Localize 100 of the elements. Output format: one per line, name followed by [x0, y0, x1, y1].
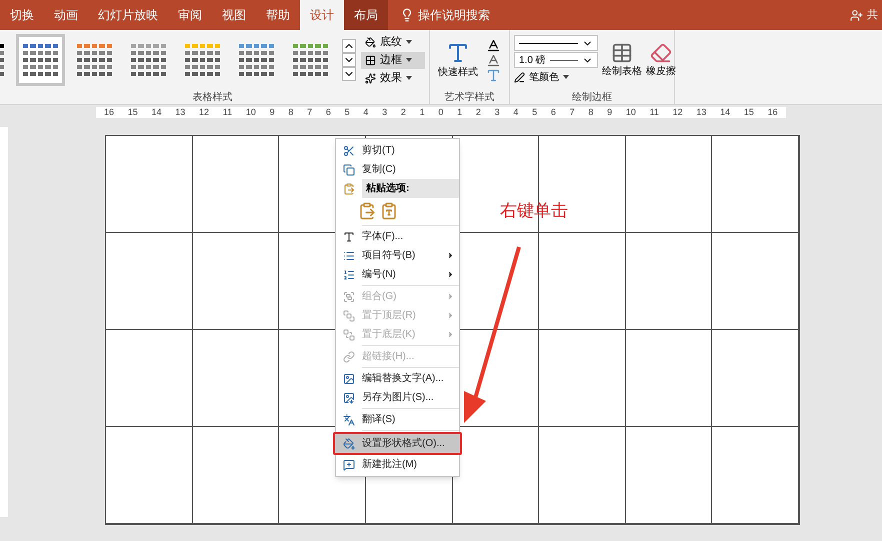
ruler-number: 12 — [199, 108, 210, 117]
menu-item[interactable]: 新建批注(M) — [336, 455, 459, 474]
share-icon — [850, 8, 863, 22]
ribbon-tab[interactable]: 动画 — [44, 0, 88, 30]
ruler-number: 9 — [270, 108, 275, 117]
group-label: 绘制边框 — [571, 90, 613, 104]
paint-icon — [343, 438, 355, 450]
menu-item[interactable]: 编辑替换文字(A)... — [336, 369, 459, 388]
ruler-number: 14 — [720, 108, 730, 117]
link-icon — [343, 350, 355, 362]
ruler-number: 14 — [152, 108, 162, 117]
caret-icon — [406, 76, 412, 80]
table-pen-icon — [611, 42, 633, 64]
ruler-number: 2 — [476, 108, 481, 117]
ruler-number: 7 — [307, 108, 312, 117]
submenu-arrow-icon — [446, 311, 455, 320]
menu-item[interactable]: 字体(F)... — [336, 227, 459, 246]
ruler-number: 15 — [744, 108, 754, 117]
ruler-number: 10 — [626, 108, 636, 117]
group-label: 艺术字样式 — [444, 90, 496, 104]
menu-item[interactable]: 项目符号(B) — [336, 246, 459, 265]
ruler-number: 15 — [128, 108, 138, 117]
menu-item[interactable]: 翻译(S) — [336, 410, 459, 429]
pen-weight-dropdown[interactable]: 1.0 磅 — [514, 52, 598, 68]
share-button[interactable]: 共 — [867, 6, 878, 24]
text-fill-icon[interactable] — [486, 38, 501, 52]
draw-table-button[interactable]: 绘制表格 — [602, 42, 642, 78]
group-icon — [343, 290, 355, 302]
ruler-number: 5 — [344, 108, 350, 117]
ribbon-tab[interactable]: 布局 — [344, 0, 388, 30]
scissors-icon — [343, 144, 355, 156]
comment-icon — [343, 458, 355, 470]
menu-item[interactable]: 编号(N) — [336, 265, 459, 284]
ruler-number: 6 — [550, 108, 556, 117]
borders-icon — [365, 54, 376, 66]
clipboard-icon — [343, 182, 355, 194]
ribbon-tab[interactable]: 视图 — [212, 0, 256, 30]
tell-me-search[interactable]: 操作说明搜索 — [418, 6, 490, 24]
expand-gallery-icon[interactable] — [342, 67, 356, 81]
ruler-number: 6 — [326, 108, 331, 117]
eraser-button[interactable]: 橡皮擦 — [646, 42, 676, 78]
ruler-number: 2 — [400, 108, 406, 117]
ribbon-button[interactable]: 效果 — [361, 70, 425, 86]
paste-picture-icon[interactable] — [380, 202, 398, 220]
ruler-number: 11 — [222, 108, 232, 117]
ribbon-tab[interactable]: 切换 — [0, 0, 44, 30]
text-outline-icon[interactable] — [486, 52, 501, 68]
pen-icon — [514, 72, 525, 82]
pen-style-dropdown[interactable] — [514, 35, 598, 51]
ruler-number: 12 — [672, 108, 683, 117]
paste-icon[interactable] — [358, 202, 376, 220]
scroll-down-icon[interactable] — [342, 53, 356, 67]
ruler-number: 16 — [768, 108, 778, 117]
ribbon-button[interactable]: 底纹 — [361, 34, 425, 50]
caret-icon — [406, 58, 412, 62]
ribbon-tab[interactable]: 设计 — [300, 0, 344, 30]
ruler-number: 13 — [175, 108, 186, 117]
ribbon-tab[interactable]: 审阅 — [168, 0, 212, 30]
ruler-number: 16 — [104, 108, 114, 117]
image-icon — [343, 372, 355, 384]
ruler-number: 4 — [513, 108, 518, 117]
pen-color-button[interactable]: 笔颜色 — [514, 69, 598, 85]
fill-icon — [365, 36, 376, 48]
scroll-up-icon[interactable] — [342, 39, 356, 53]
quick-styles-button[interactable]: 快速样式 — [438, 64, 478, 80]
menu-item[interactable]: 剪切(T) — [336, 141, 459, 160]
ruler-number: 9 — [607, 108, 612, 117]
ribbon-tab[interactable]: 幻灯片放映 — [88, 0, 168, 30]
ruler-number: 8 — [588, 108, 594, 117]
submenu-arrow-icon — [446, 292, 455, 301]
ruler-number: 8 — [288, 108, 294, 117]
ruler-number: 10 — [246, 108, 256, 117]
caret-icon — [563, 75, 569, 79]
table-style-swatch[interactable] — [16, 34, 65, 86]
group-label: 表格样式 — [192, 90, 234, 104]
translate-icon — [343, 414, 355, 426]
ruler-number: 13 — [696, 108, 706, 117]
ruler-number: 1 — [457, 108, 462, 117]
numbered-list-icon — [343, 268, 355, 280]
submenu-arrow-icon — [446, 270, 455, 279]
ribbon-button[interactable]: 边框 — [361, 52, 425, 68]
effects-icon — [365, 72, 376, 84]
text-effects-icon[interactable] — [486, 68, 501, 82]
ruler-number: 7 — [570, 108, 575, 117]
copy-icon — [343, 164, 355, 176]
ribbon-tab[interactable]: 帮助 — [256, 0, 300, 30]
menu-section-header: 粘贴选项: — [362, 179, 459, 198]
ruler-number: 11 — [650, 108, 659, 117]
caret-icon — [406, 40, 412, 44]
menu-item[interactable]: 另存为图片(S)... — [336, 388, 459, 407]
submenu-arrow-icon — [446, 251, 455, 260]
image-save-icon — [343, 392, 355, 404]
menu-item[interactable]: 复制(C) — [336, 160, 459, 179]
submenu-arrow-icon — [446, 330, 455, 339]
eraser-icon — [650, 42, 672, 64]
send-back-icon — [343, 328, 355, 340]
menu-item[interactable]: 设置形状格式(O)... — [336, 434, 459, 453]
ruler-number: 0 — [438, 108, 444, 117]
bring-front-icon — [343, 310, 355, 322]
font-icon — [343, 230, 355, 242]
